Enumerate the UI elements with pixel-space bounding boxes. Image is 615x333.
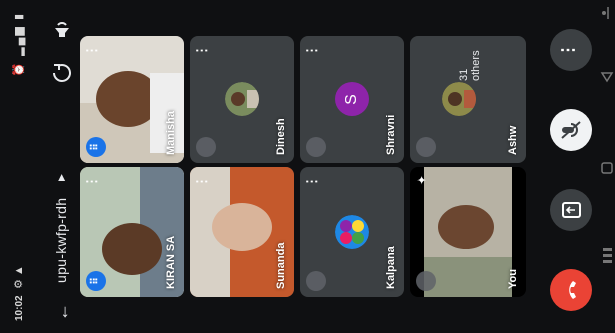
presenter-badge: ⠿ <box>86 137 106 157</box>
back-arrow-icon[interactable]: ← <box>52 303 73 321</box>
more-options-icon[interactable]: ⋮ <box>304 44 320 57</box>
more-options-icon[interactable]: ⋮ <box>194 44 210 57</box>
avatar <box>225 82 259 117</box>
mic-off-icon <box>196 137 216 157</box>
mic-off-icon <box>416 271 436 291</box>
nav-buttons <box>600 7 614 263</box>
mic-off-icon <box>561 121 581 139</box>
status-bar: 10:02 ⚙ ▲ ⏰ ▂▄▆ ▮ <box>0 0 38 333</box>
end-call-button[interactable] <box>550 269 592 311</box>
more-options-button[interactable]: ⋮ <box>550 29 592 71</box>
status-time: 10:02 <box>14 295 25 321</box>
mic-off-icon <box>306 137 326 157</box>
video-tile-kiran[interactable]: ⠿ ⋮ KIRAN SA <box>80 167 184 297</box>
avatar <box>441 82 476 117</box>
accessibility-icon[interactable] <box>602 7 609 19</box>
meeting-code[interactable]: upu-kwfp-rdh <box>53 198 69 283</box>
video-tile-manisha[interactable]: ⠿ ⋮ Manisha <box>80 36 184 163</box>
present-screen-button[interactable] <box>550 189 592 231</box>
more-options-icon[interactable]: ⋮ <box>194 175 210 188</box>
more-options-icon[interactable]: ⋮ <box>304 175 320 188</box>
call-header: ← upu-kwfp-rdh ▶ <box>40 0 84 333</box>
effects-icon[interactable]: ✦ <box>415 175 429 185</box>
switch-camera-icon[interactable] <box>50 61 74 85</box>
avatar: S <box>335 82 369 117</box>
meet-call-screen: 10:02 ⚙ ▲ ⏰ ▂▄▆ ▮ ← upu-kwfp-rdh ▶ ⠿ ⋮ K… <box>0 0 615 333</box>
presenter-badge: ⠿ <box>86 271 106 291</box>
more-options-icon[interactable]: ⋮ <box>84 44 100 57</box>
video-tile-self[interactable]: ✦ You <box>410 167 526 297</box>
present-icon <box>562 202 581 218</box>
video-tile-kalpana[interactable]: ⋮ Kalpana <box>300 167 404 297</box>
mic-off-icon <box>416 137 436 157</box>
participant-name: Sunanda <box>275 242 287 289</box>
mic-toggle-button[interactable] <box>550 109 592 151</box>
video-tile-others[interactable]: 31 others Ashw <box>410 36 526 163</box>
participant-name: Ashw <box>507 125 519 155</box>
participant-name: Manisha <box>165 110 177 155</box>
participant-name: You <box>507 269 519 289</box>
speaker-icon[interactable] <box>50 17 74 41</box>
chevron-right-icon[interactable]: ▶ <box>56 174 67 181</box>
video-tile-dinesh[interactable]: ⋮ Dinesh <box>190 36 294 163</box>
participant-name: Shravni <box>385 114 397 155</box>
system-navigation-bar <box>600 0 615 333</box>
video-tile-sunanda[interactable]: ⋮ Sunanda <box>190 167 294 297</box>
signal-battery-icons: ⏰ ▂▄▆ ▮ <box>13 12 25 77</box>
participant-name: Dinesh <box>275 118 287 155</box>
others-count: 31 others <box>458 50 482 81</box>
mic-off-icon <box>306 271 326 291</box>
back-icon[interactable] <box>600 72 614 83</box>
participant-name: Kalpana <box>385 246 397 289</box>
more-options-icon[interactable]: ⋮ <box>84 175 100 188</box>
self-video <box>424 167 512 297</box>
video-tile-shravni[interactable]: ⋮ S Shravni <box>300 36 404 163</box>
avatar <box>335 215 369 249</box>
recent-apps-icon[interactable] <box>603 248 612 263</box>
home-icon[interactable] <box>601 162 613 174</box>
phone-hangup-icon <box>569 281 576 299</box>
notification-icons: ⚙ ▲ <box>13 265 25 289</box>
participant-name: KIRAN SA <box>165 235 177 289</box>
